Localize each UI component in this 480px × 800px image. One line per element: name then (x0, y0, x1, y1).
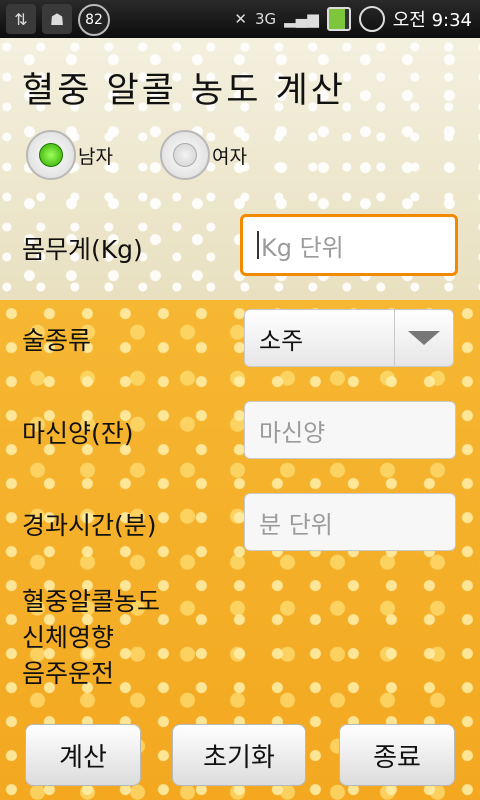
drink-type-select[interactable]: 소주 (244, 309, 454, 367)
elapsed-input[interactable]: 분 단위 (244, 493, 456, 551)
text-caret (257, 231, 259, 259)
weight-label: 몸무게(Kg) (22, 235, 143, 264)
chevron-down-icon (408, 331, 440, 345)
status-right-icons: ✕ 3G ▂▄▆ 오전 9:34 (234, 6, 472, 32)
dropdown-button[interactable] (394, 310, 453, 366)
weight-input[interactable]: Kg 단위 (240, 214, 458, 276)
android-debug-icon: ☗ (42, 4, 72, 34)
status-left-icons: ⇅ ☗ 82 (6, 4, 110, 36)
page-title: 혈중 알콜 농도 계산 (22, 71, 346, 111)
result-drunk-driving: 음주운전 (22, 659, 115, 688)
battery-level-badge: 82 (78, 4, 110, 36)
alarm-clock-icon (358, 6, 385, 32)
amount-placeholder: 마신양 (259, 418, 326, 447)
elapsed-placeholder: 분 단위 (259, 510, 333, 539)
radio-button-selected[interactable] (26, 130, 76, 180)
exit-button[interactable]: 종료 (339, 724, 455, 786)
radio-male[interactable]: 남자 (26, 130, 113, 180)
elapsed-label: 경과시간(분) (22, 511, 157, 540)
drink-type-label: 술종류 (22, 326, 92, 355)
usb-icon: ⇅ (6, 4, 36, 34)
radio-label-female: 여자 (212, 145, 247, 168)
drink-type-selected: 소주 (259, 326, 304, 355)
calculate-button[interactable]: 계산 (25, 724, 141, 786)
reset-button[interactable]: 초기화 (172, 724, 306, 786)
radio-female[interactable]: 여자 (160, 130, 247, 180)
radio-label-male: 남자 (78, 145, 113, 168)
result-bac: 혈중알콜농도 (22, 587, 161, 616)
radio-button-unselected[interactable] (160, 130, 210, 180)
weight-placeholder: Kg 단위 (261, 233, 344, 262)
status-time: 오전 9:34 (392, 10, 472, 31)
network-type: 3G (254, 10, 277, 28)
signal-icon: ▂▄▆ (284, 10, 319, 28)
mute-icon: ✕ (234, 10, 247, 28)
result-body-effect: 신체영향 (22, 623, 115, 652)
battery-icon (326, 7, 351, 31)
amount-label: 마신양(잔) (22, 419, 134, 448)
status-bar: ⇅ ☗ 82 ✕ 3G ▂▄▆ 오전 9:34 (0, 0, 480, 38)
amount-input[interactable]: 마신양 (244, 401, 456, 459)
